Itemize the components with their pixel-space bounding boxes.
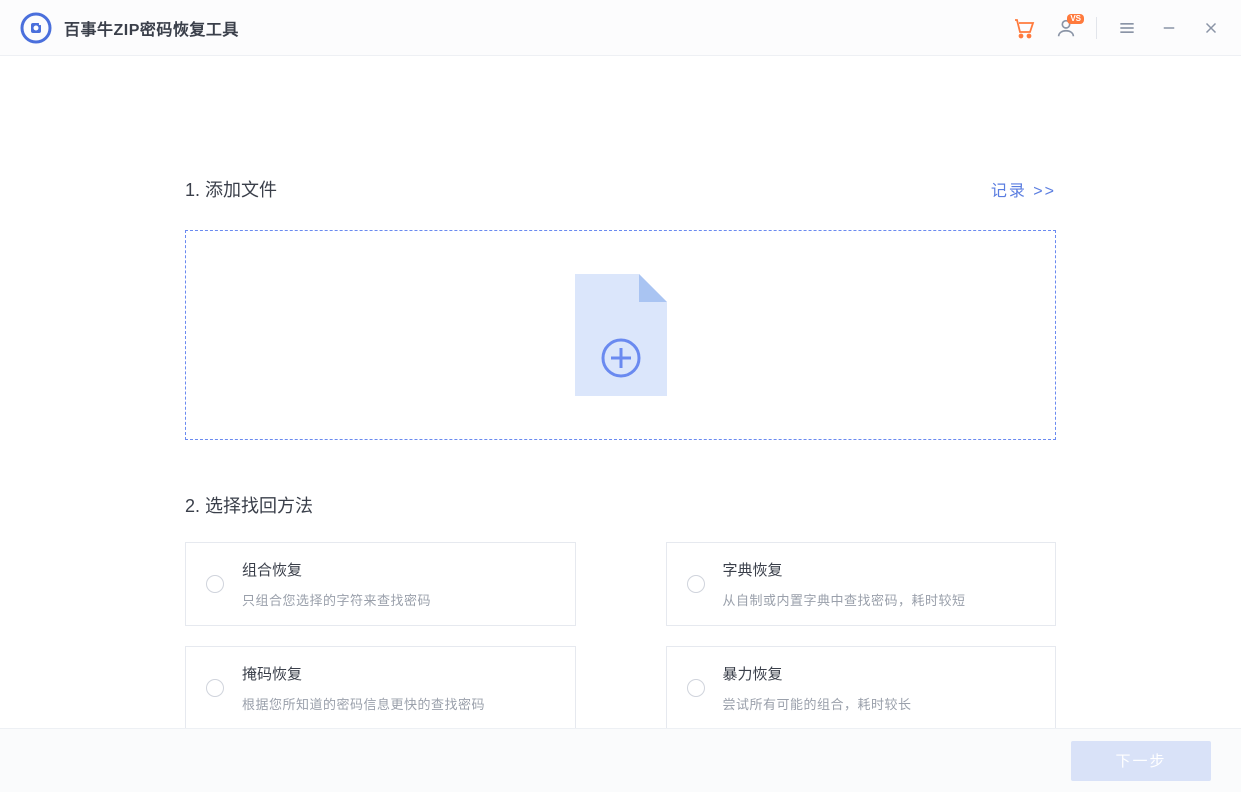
titlebar-actions: VS [1012, 16, 1223, 40]
radio-icon [206, 575, 224, 593]
minimize-icon[interactable] [1157, 16, 1181, 40]
method-title: 字典恢复 [723, 559, 966, 580]
next-button[interactable]: 下一步 [1071, 741, 1211, 781]
cart-icon[interactable] [1012, 16, 1036, 40]
divider [1096, 17, 1097, 39]
method-title: 组合恢复 [242, 559, 431, 580]
file-dropzone[interactable] [185, 230, 1056, 440]
select-method-title: 2. 选择找回方法 [185, 492, 1056, 518]
app-title: 百事牛ZIP密码恢复工具 [64, 16, 239, 40]
footer: 下一步 [0, 728, 1241, 792]
main-content: 1. 添加文件 记录 >> 2. 选择找回方法 组合恢复 只组合您选择的字符来查… [0, 56, 1241, 730]
app-logo-icon [20, 12, 52, 44]
radio-icon [687, 679, 705, 697]
titlebar: 百事牛ZIP密码恢复工具 VS [0, 0, 1241, 56]
method-title: 掩码恢复 [242, 663, 485, 684]
method-title: 暴力恢复 [723, 663, 912, 684]
radio-icon [206, 679, 224, 697]
method-desc: 只组合您选择的字符来查找密码 [242, 590, 431, 609]
records-link[interactable]: 记录 >> [991, 177, 1056, 201]
section-1-header: 1. 添加文件 记录 >> [185, 176, 1056, 202]
method-dictionary[interactable]: 字典恢复 从自制或内置字典中查找密码，耗时较短 [666, 542, 1057, 626]
add-file-title: 1. 添加文件 [185, 176, 277, 202]
method-bruteforce[interactable]: 暴力恢复 尝试所有可能的组合，耗时较长 [666, 646, 1057, 730]
method-desc: 从自制或内置字典中查找密码，耗时较短 [723, 590, 966, 609]
method-desc: 尝试所有可能的组合，耗时较长 [723, 694, 912, 713]
method-combination[interactable]: 组合恢复 只组合您选择的字符来查找密码 [185, 542, 576, 626]
method-desc: 根据您所知道的密码信息更快的查找密码 [242, 694, 485, 713]
account-icon[interactable]: VS [1054, 16, 1078, 40]
close-icon[interactable] [1199, 16, 1223, 40]
method-mask[interactable]: 掩码恢复 根据您所知道的密码信息更快的查找密码 [185, 646, 576, 730]
radio-icon [687, 575, 705, 593]
file-add-icon [573, 272, 669, 398]
logo-wrap: 百事牛ZIP密码恢复工具 [20, 12, 239, 44]
methods-grid: 组合恢复 只组合您选择的字符来查找密码 字典恢复 从自制或内置字典中查找密码，耗… [185, 542, 1056, 730]
account-badge: VS [1067, 14, 1084, 24]
menu-icon[interactable] [1115, 16, 1139, 40]
